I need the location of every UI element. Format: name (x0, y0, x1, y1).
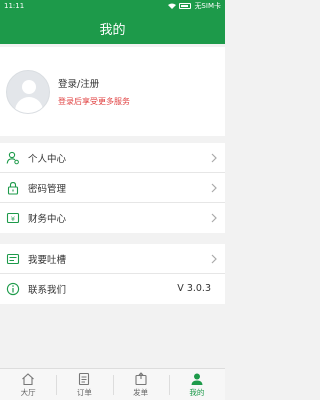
menu-item-label: 财务中心 (28, 214, 67, 225)
status-icons: 无SIM卡 (168, 1, 221, 11)
version-label: V 3.0.3 (177, 283, 211, 294)
menu-item-label: 个人中心 (28, 153, 67, 165)
chevron-right-icon (211, 213, 217, 223)
user-icon (191, 373, 203, 385)
status-carrier: 无SIM卡 (194, 2, 221, 10)
chevron-right-icon (211, 254, 217, 264)
menu-item-feedback[interactable]: 我要吐槽 (0, 244, 225, 274)
menu-group-support: 我要吐槽 联系我们 V 3.0.3 (0, 244, 225, 304)
avatar[interactable] (6, 69, 50, 114)
chevron-right-icon (211, 183, 217, 193)
tab-label: 我的 (189, 387, 205, 397)
menu-item-finance-center[interactable]: ¥ 财务中心 (0, 203, 225, 233)
tab-label: 订单 (76, 387, 92, 397)
login-register-link[interactable]: 登录/注册 (58, 76, 130, 90)
wifi-icon (168, 3, 177, 9)
menu-item-contact-us[interactable]: 联系我们 V 3.0.3 (0, 274, 225, 304)
tab-label: 发单 (133, 387, 149, 397)
menu-item-label: 我要吐槽 (28, 254, 67, 266)
tab-label: 大厅 (20, 387, 36, 397)
user-settings-icon (6, 151, 20, 165)
tab-hall[interactable]: 大厅 (0, 369, 56, 400)
profile-card[interactable]: 登录/注册 登录后享受更多服务 (0, 47, 225, 136)
send-order-icon (135, 371, 147, 385)
page-title: 我的 (99, 22, 126, 38)
svg-text:¥: ¥ (11, 215, 15, 223)
login-hint: 登录后享受更多服务 (58, 97, 130, 106)
menu-item-password[interactable]: 密码管理 (0, 173, 225, 203)
feedback-icon (6, 252, 20, 266)
status-bar: 11:11 无SIM卡 (0, 0, 225, 12)
tab-orders[interactable]: 订单 (56, 369, 112, 400)
tab-send-order[interactable]: 发单 (112, 369, 169, 400)
tab-mine[interactable]: 我的 (168, 369, 225, 400)
status-time: 11:11 (4, 2, 25, 10)
menu-item-label: 密码管理 (28, 183, 67, 195)
title-bar: 我的 (0, 12, 225, 44)
bottom-tab-bar: 大厅 订单 发单 我的 (0, 368, 225, 400)
menu-item-personal-center[interactable]: 个人中心 (0, 143, 225, 173)
lock-icon (6, 181, 20, 195)
finance-icon: ¥ (6, 211, 20, 225)
home-icon (22, 372, 34, 385)
menu-item-label: 联系我们 (28, 285, 67, 296)
order-list-icon (79, 372, 90, 385)
battery-icon (179, 3, 192, 9)
info-icon (6, 282, 20, 296)
chevron-right-icon (211, 153, 217, 163)
menu-group-account: 个人中心 密码管理 ¥ 财务中心 (0, 143, 225, 233)
